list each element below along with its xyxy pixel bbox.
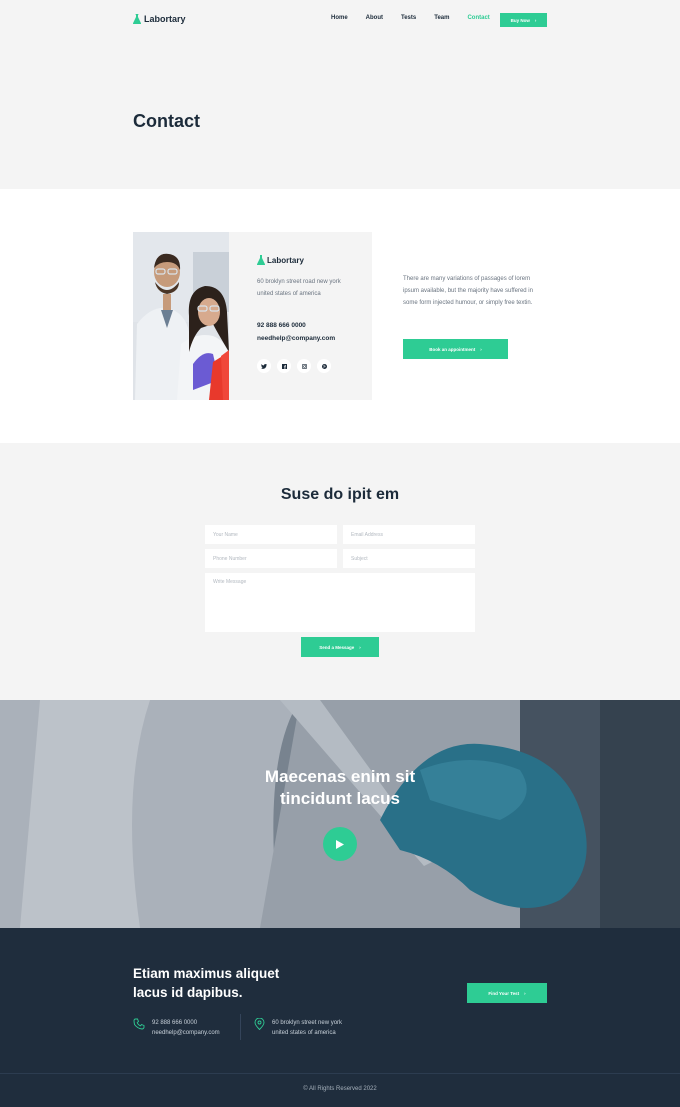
buy-now-button[interactable]: Buy Now › xyxy=(500,13,547,27)
footer-address-text: 60 broklyn street new york united states… xyxy=(272,1018,342,1038)
nav-team[interactable]: Team xyxy=(434,15,449,21)
main-nav: Home About Tests Team Contact xyxy=(331,15,508,21)
video-title-line1: Maecenas enim sit xyxy=(264,767,416,786)
chevron-right-icon: › xyxy=(359,644,361,650)
message-textarea[interactable] xyxy=(205,573,475,632)
buy-now-label: Buy Now xyxy=(510,17,530,23)
footer-address-line1: 60 broklyn street new york xyxy=(272,1020,343,1026)
find-test-button[interactable]: Find Your Test › xyxy=(467,983,547,1003)
scientists-photo xyxy=(133,232,229,400)
book-appointment-button[interactable]: Book an appointment › xyxy=(403,339,508,359)
nav-home[interactable]: Home xyxy=(331,15,348,21)
contact-card: Labortary 60 broklyn street road new yor… xyxy=(229,232,372,400)
facebook-icon[interactable] xyxy=(277,359,291,373)
copyright: © All Rights Reserved 2022 xyxy=(303,1086,377,1092)
footer-contact-text: 92 888 666 0000 needhelp@company.com xyxy=(152,1018,220,1038)
video-title-line2: tincidunt lacus xyxy=(280,789,400,808)
subject-input[interactable] xyxy=(343,549,475,568)
logo[interactable]: Labortary xyxy=(133,14,186,24)
page-title: Contact xyxy=(133,111,200,131)
phone-icon xyxy=(133,1018,145,1030)
email-input[interactable] xyxy=(343,525,475,544)
nav-tests[interactable]: Tests xyxy=(401,15,416,21)
find-test-label: Find Your Test xyxy=(488,990,520,996)
footer-divider xyxy=(240,1014,241,1040)
card-logo: Labortary xyxy=(257,255,304,265)
card-phone[interactable]: 92 888 666 0000 xyxy=(257,322,306,329)
cta-title: Etiam maximus aliquet lacus id dapibus. xyxy=(133,964,333,1002)
site-header: Labortary Home About Tests Team Contact … xyxy=(0,0,680,40)
play-button[interactable] xyxy=(323,827,357,861)
form-title: Suse do ipit em xyxy=(280,486,400,503)
pinterest-icon[interactable] xyxy=(317,359,331,373)
intro-paragraph: There are many variations of passages of… xyxy=(403,276,533,306)
scientists-illustration xyxy=(133,232,229,400)
social-links xyxy=(257,359,331,373)
chevron-right-icon: › xyxy=(534,17,537,23)
lab-scene-illustration xyxy=(0,700,680,928)
footer-contact-address: 60 broklyn street new york united states… xyxy=(254,1018,342,1038)
footer-phone[interactable]: 92 888 666 0000 xyxy=(152,1018,220,1028)
book-appointment-label: Book an appointment xyxy=(429,346,476,352)
flask-icon xyxy=(257,255,265,265)
card-logo-text: Labortary xyxy=(267,255,304,265)
logo-text: Labortary xyxy=(144,14,186,24)
card-email[interactable]: needhelp@company.com xyxy=(257,335,335,342)
cta-title-line2: lacus id dapibus. xyxy=(133,985,243,1000)
twitter-icon[interactable] xyxy=(257,359,271,373)
footer-email[interactable]: needhelp@company.com xyxy=(152,1028,220,1038)
footer-address-line2: united states of america xyxy=(272,1030,336,1036)
name-input[interactable] xyxy=(205,525,337,544)
flask-icon xyxy=(133,14,141,24)
nav-about[interactable]: About xyxy=(366,15,383,21)
cta-title-line1: Etiam maximus aliquet xyxy=(133,966,280,981)
location-pin-icon xyxy=(254,1018,265,1030)
card-address: 60 broklyn street road new york united s… xyxy=(257,279,341,297)
phone-input[interactable] xyxy=(205,549,337,568)
play-icon xyxy=(336,839,344,849)
contact-form-section xyxy=(0,443,680,700)
send-message-label: Send a Message xyxy=(319,644,355,650)
chevron-right-icon: › xyxy=(524,990,526,996)
footer-divider-line xyxy=(0,1073,680,1074)
video-title: Maecenas enim sit tincidunt lacus xyxy=(0,766,680,810)
video-background xyxy=(0,700,680,928)
send-message-button[interactable]: Send a Message › xyxy=(301,637,379,657)
nav-contact[interactable]: Contact xyxy=(467,15,489,21)
chevron-right-icon: › xyxy=(480,346,482,352)
instagram-icon[interactable] xyxy=(297,359,311,373)
footer-contact-phone: 92 888 666 0000 needhelp@company.com xyxy=(133,1018,220,1038)
